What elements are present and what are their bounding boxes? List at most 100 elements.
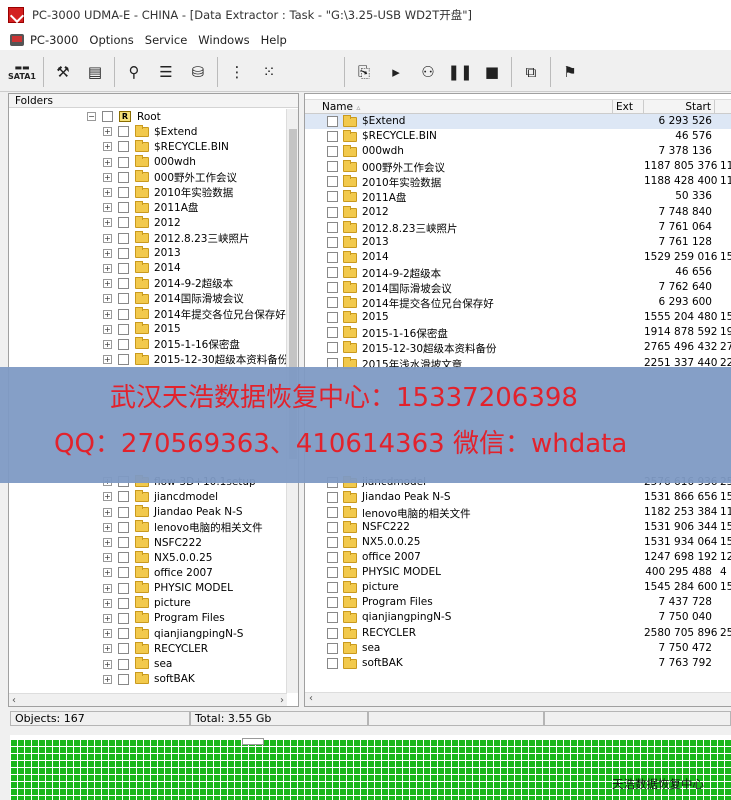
expand-icon[interactable]: + <box>103 203 112 213</box>
tree-folder-item[interactable]: +2010年实验数据 <box>9 185 287 200</box>
column-ext[interactable]: Ext <box>613 100 644 114</box>
tree-folder-item[interactable]: + NX5.0.0.25 <box>9 550 287 565</box>
list-row[interactable]: Jiandao Peak N-S 1531 866 65615 <box>305 490 731 505</box>
tree-folder-item[interactable]: +2015-12-30超级本资料备份 <box>9 352 287 367</box>
tree-view-button[interactable]: ⋮ <box>221 56 253 88</box>
document-button[interactable]: ▤ <box>79 56 111 88</box>
tree-folder-item[interactable]: +2012.8.23三峡照片 <box>9 231 287 246</box>
tree-folder-item[interactable]: + NSFC222 <box>9 535 287 550</box>
menu-help[interactable]: Help <box>261 33 287 47</box>
expand-icon[interactable]: + <box>103 674 112 684</box>
expand-icon[interactable]: + <box>103 218 112 228</box>
list-row[interactable]: sea 7 750 472 <box>305 641 731 656</box>
row-checkbox[interactable] <box>327 642 338 654</box>
expand-icon[interactable]: + <box>103 522 112 532</box>
folder-checkbox[interactable] <box>118 141 129 153</box>
folder-checkbox[interactable] <box>118 628 129 640</box>
expand-icon[interactable]: + <box>103 127 112 137</box>
list-row[interactable]: 2010年实验数据 1188 428 40011 <box>305 174 731 189</box>
column-name[interactable]: Name ▵ <box>319 100 613 114</box>
row-checkbox[interactable] <box>327 567 338 579</box>
folder-checkbox[interactable] <box>118 552 129 564</box>
play-button[interactable]: ▸ <box>380 56 412 88</box>
row-checkbox[interactable] <box>327 266 338 278</box>
folder-checkbox[interactable] <box>118 262 129 274</box>
row-checkbox[interactable] <box>327 297 338 309</box>
expand-icon[interactable]: + <box>103 507 112 517</box>
open-button[interactable]: ⛁ <box>182 56 214 88</box>
expand-icon[interactable]: + <box>103 233 112 243</box>
list-horizontal-scrollbar[interactable]: ‹ <box>305 692 731 706</box>
list-row[interactable]: RECYCLER 2580 705 89625 <box>305 626 731 641</box>
tree-folder-item[interactable]: + PHYSIC MODEL <box>9 581 287 596</box>
row-checkbox[interactable] <box>327 221 338 233</box>
folder-checkbox[interactable] <box>118 597 129 609</box>
tree-folder-item[interactable]: +000wdh <box>9 155 287 170</box>
row-checkbox[interactable] <box>327 327 338 339</box>
folder-checkbox[interactable] <box>118 217 129 229</box>
row-checkbox[interactable] <box>327 506 338 518</box>
list-row[interactable]: 2014-9-2超级本 46 656 <box>305 265 731 280</box>
row-checkbox[interactable] <box>327 612 338 624</box>
row-checkbox[interactable] <box>327 312 338 324</box>
column-start[interactable]: Start <box>644 100 715 114</box>
tree-folder-item[interactable]: + RECYCLER <box>9 641 287 656</box>
expand-icon[interactable]: + <box>103 142 112 152</box>
collapse-icon[interactable]: − <box>87 112 96 122</box>
list-row[interactable]: 2013 7 761 128 <box>305 235 731 250</box>
expand-icon[interactable]: + <box>103 279 112 289</box>
tree-folder-item[interactable]: +2015-1-16保密盘 <box>9 337 287 352</box>
list-row[interactable]: 000野外工作会议 1187 805 37611 <box>305 159 731 174</box>
scroll-left-icon[interactable]: ‹ <box>309 693 313 704</box>
tree-folder-item[interactable]: +2013 <box>9 246 287 261</box>
tree-folder-item[interactable]: + $RECYCLE.BIN <box>9 139 287 154</box>
menu-windows[interactable]: Windows <box>198 33 249 47</box>
expand-icon[interactable]: + <box>103 157 112 167</box>
tree-folder-item[interactable]: +2015 <box>9 322 287 337</box>
tree-folder-item[interactable]: + jiancdmodel <box>9 489 287 504</box>
expand-icon[interactable]: + <box>103 583 112 593</box>
list-row[interactable]: NX5.0.0.25 1531 934 06415 <box>305 535 731 550</box>
row-checkbox[interactable] <box>327 146 338 158</box>
expand-icon[interactable]: + <box>103 568 112 578</box>
row-checkbox[interactable] <box>327 597 338 609</box>
search-button[interactable]: ⚲ <box>118 56 150 88</box>
tree-folder-item[interactable]: +2014年提交各位兄台保存好 <box>9 306 287 321</box>
folder-checkbox[interactable] <box>118 187 129 199</box>
folder-checkbox[interactable] <box>118 156 129 168</box>
menu-pc3000[interactable]: PC-3000 <box>30 33 78 47</box>
copy-button[interactable]: ⧉ <box>515 56 547 88</box>
folder-doc-button[interactable]: ⎘ <box>348 56 380 88</box>
tree-folder-item[interactable]: +2011A盘 <box>9 200 287 215</box>
tree-folder-item[interactable]: + picture <box>9 596 287 611</box>
row-checkbox[interactable] <box>327 282 338 294</box>
tree-folder-item[interactable]: +2014-9-2超级本 <box>9 276 287 291</box>
expand-icon[interactable]: + <box>103 248 112 258</box>
row-checkbox[interactable] <box>327 582 338 594</box>
row-checkbox[interactable] <box>327 131 338 143</box>
folder-checkbox[interactable] <box>118 643 129 655</box>
list-row[interactable]: 2014国际滑坡会议 7 762 640 <box>305 280 731 295</box>
folder-checkbox[interactable] <box>118 506 129 518</box>
tree-folder-item[interactable]: + $Extend <box>9 124 287 139</box>
list-row[interactable]: PHYSIC MODEL 400 295 488 4 <box>305 565 731 580</box>
tree-folder-item[interactable]: + Program Files <box>9 611 287 626</box>
expand-icon[interactable]: + <box>103 629 112 639</box>
row-checkbox[interactable] <box>327 236 338 248</box>
folder-checkbox[interactable] <box>118 278 129 290</box>
tree-folder-item[interactable]: + lenovo电脑的相关文件 <box>9 520 287 535</box>
folder-checkbox[interactable] <box>118 247 129 259</box>
list-row[interactable]: 2015 1555 204 48015 <box>305 310 731 325</box>
folder-checkbox[interactable] <box>118 537 129 549</box>
list-row[interactable]: 000wdh 7 378 136 <box>305 144 731 159</box>
list-row[interactable]: qianjiangpingN-S 7 750 040 <box>305 610 731 625</box>
expand-icon[interactable]: + <box>103 644 112 654</box>
row-checkbox[interactable] <box>327 176 338 188</box>
folder-checkbox[interactable] <box>118 658 129 670</box>
expand-icon[interactable]: + <box>103 172 112 182</box>
root-checkbox[interactable] <box>102 111 113 123</box>
expand-icon[interactable]: + <box>103 188 112 198</box>
row-checkbox[interactable] <box>327 552 338 564</box>
row-checkbox[interactable] <box>327 491 338 503</box>
tree-root[interactable]: − R Root <box>9 109 287 124</box>
